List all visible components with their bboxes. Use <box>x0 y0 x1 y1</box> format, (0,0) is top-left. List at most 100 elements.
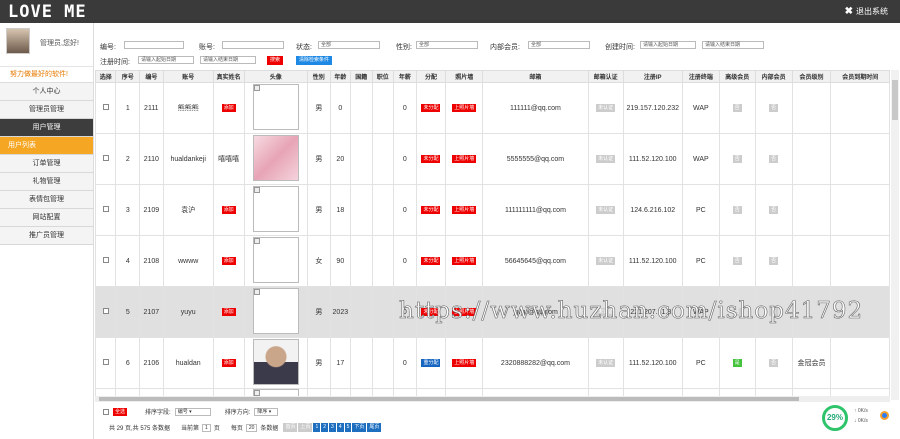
vertical-scroll-thumb[interactable] <box>892 80 898 120</box>
realname-cell-text[interactable]: 添加 <box>221 257 236 265</box>
row-checkbox-cell[interactable] <box>95 184 117 236</box>
sidebar-item-4[interactable]: 订单管理 <box>0 155 93 173</box>
vertical-scrollbar[interactable] <box>891 70 899 400</box>
wall-cell[interactable] <box>445 388 484 396</box>
column-header[interactable]: 会员到期时间 <box>830 70 890 83</box>
row-checkbox[interactable] <box>102 308 109 314</box>
user-photo[interactable] <box>252 135 299 181</box>
assign-cell-text[interactable]: 未分配 <box>421 104 441 112</box>
inner-member-cell-text[interactable]: 否 <box>769 104 779 112</box>
assign-cell[interactable]: 重分配 <box>415 337 447 389</box>
row-checkbox[interactable] <box>102 359 109 365</box>
assign-cell[interactable]: 未分配 <box>415 184 447 236</box>
row-checkbox-cell[interactable] <box>95 82 117 134</box>
row-checkbox[interactable] <box>102 104 109 110</box>
assign-cell[interactable] <box>415 388 447 396</box>
verify-cell[interactable]: 未认证 <box>587 337 624 389</box>
select-all-button[interactable]: 全选 <box>113 407 128 416</box>
select-all-checkbox[interactable] <box>103 408 109 415</box>
column-header[interactable]: 序号 <box>115 70 141 83</box>
vip-cell-text[interactable]: 否 <box>732 206 742 214</box>
clear-filters-button[interactable]: 清除检索条件 <box>296 56 333 65</box>
verify-cell-text[interactable]: 未认证 <box>596 359 616 367</box>
sidebar-item-7[interactable]: 网站配置 <box>0 209 93 227</box>
vip-cell[interactable]: 是 <box>718 337 756 389</box>
column-header[interactable]: 高级会员 <box>718 70 756 83</box>
inner-member-cell-text[interactable]: 否 <box>769 257 779 265</box>
column-header[interactable]: 账号 <box>162 70 214 83</box>
user-photo[interactable] <box>252 186 299 232</box>
inner-member-cell-text[interactable]: 否 <box>769 206 779 214</box>
column-header[interactable]: 分配 <box>415 70 447 83</box>
column-header[interactable]: 照片墙 <box>445 70 484 83</box>
inner-member-cell[interactable]: 否 <box>754 133 793 185</box>
id-input[interactable] <box>124 41 184 49</box>
realname-cell[interactable]: 添加 <box>212 82 245 134</box>
realname-cell[interactable]: 添加 <box>212 337 245 389</box>
wall-cell[interactable]: 上照片墙 <box>445 235 484 287</box>
wall-cell-text[interactable]: 上照片墙 <box>452 359 477 367</box>
assign-cell[interactable]: 未分配 <box>415 235 447 287</box>
wall-cell-text[interactable]: 上照片墙 <box>452 206 477 214</box>
gender-select[interactable]: 全部 <box>416 41 478 49</box>
page-button[interactable]: 1 <box>313 423 321 432</box>
logout-button[interactable]: ✖ 退出系统 <box>845 6 888 17</box>
vip-cell[interactable]: 否 <box>718 133 756 185</box>
column-header[interactable]: 职位 <box>371 70 395 83</box>
sidebar-item-6[interactable]: 表情包管理 <box>0 191 93 209</box>
page-button[interactable]: 下页 <box>352 423 367 432</box>
page-button[interactable]: 尾页 <box>367 423 382 432</box>
vip-cell-text[interactable]: 否 <box>732 155 742 163</box>
reg-end-input[interactable]: 请输入结束日期 <box>200 56 256 64</box>
sidebar-item-0[interactable]: 个人中心 <box>0 83 93 101</box>
account-input[interactable] <box>222 41 284 49</box>
per-page-input[interactable]: 20 <box>245 423 258 432</box>
realname-cell-text[interactable]: 添加 <box>221 359 236 367</box>
sort-field-select[interactable]: 编号 ▾ <box>174 407 211 416</box>
row-checkbox-cell[interactable] <box>95 235 117 287</box>
inner-member-cell-text[interactable]: 否 <box>769 155 779 163</box>
vip-cell[interactable] <box>718 388 756 396</box>
wall-cell-text[interactable]: 上照片墙 <box>452 257 477 265</box>
verify-cell[interactable]: 未认证 <box>587 235 624 287</box>
search-button[interactable]: 搜索 <box>267 56 284 65</box>
sidebar-item-2[interactable]: 用户管理 <box>0 119 93 137</box>
wall-cell-text[interactable]: 上照片墙 <box>452 104 477 112</box>
vip-cell[interactable]: 否 <box>718 235 756 287</box>
verify-cell-text[interactable]: 未认证 <box>596 104 616 112</box>
column-header[interactable]: 性别 <box>307 70 331 83</box>
realname-cell-text[interactable]: 添加 <box>221 308 236 316</box>
column-header[interactable]: 国籍 <box>350 70 373 83</box>
table-row[interactable]: 3 2109 袁沪 添加 男 18 0 未分配 上照片墙 111111111@qq.com 未认证 1… <box>95 184 890 236</box>
verify-cell[interactable]: 未认证 <box>587 82 624 134</box>
column-header[interactable]: 编号 <box>139 70 164 83</box>
sidebar-item-3[interactable]: 用户列表 <box>0 137 93 155</box>
column-header[interactable]: 选择 <box>95 70 117 83</box>
sort-dir-select[interactable]: 降序 ▾ <box>254 407 279 416</box>
inner-member-cell[interactable]: 否 <box>754 235 793 287</box>
inner-member-cell-text[interactable]: 否 <box>769 359 779 367</box>
verify-cell[interactable]: 未认证 <box>587 133 624 185</box>
member-select[interactable]: 全部 <box>528 41 590 49</box>
inner-member-cell[interactable]: 否 <box>754 82 793 134</box>
row-checkbox-cell[interactable] <box>95 133 117 185</box>
horizontal-scrollbar[interactable] <box>95 396 890 402</box>
table-row[interactable]: 2 2110 hualdankeji 嘻嘻嘻 男 20 0 未分配 上照片墙 5555555@qq… <box>95 133 890 185</box>
row-checkbox[interactable] <box>102 206 109 212</box>
realname-cell[interactable]: 添加 <box>212 184 245 236</box>
assistant-icon[interactable] <box>880 411 889 420</box>
column-header[interactable]: 邮箱认证 <box>587 70 624 83</box>
assign-cell[interactable]: 未分配 <box>415 82 447 134</box>
table-row[interactable]: 6 2106 hualdan 添加 男 17 0 重分配 上照片墙 2320888282@qq.c… <box>95 337 890 389</box>
assign-cell[interactable]: 未分配 <box>415 133 447 185</box>
user-photo[interactable] <box>252 237 299 283</box>
wall-cell[interactable]: 上照片墙 <box>445 184 484 236</box>
column-header[interactable]: 注册终端 <box>681 70 720 83</box>
row-checkbox-cell[interactable] <box>95 388 117 396</box>
vip-cell[interactable]: 否 <box>718 184 756 236</box>
verify-cell[interactable]: 未认证 <box>587 184 624 236</box>
inner-member-cell[interactable]: 否 <box>754 184 793 236</box>
user-photo[interactable] <box>252 288 299 334</box>
column-header[interactable]: 头像 <box>243 70 309 83</box>
page-button[interactable]: 5 <box>344 423 352 432</box>
